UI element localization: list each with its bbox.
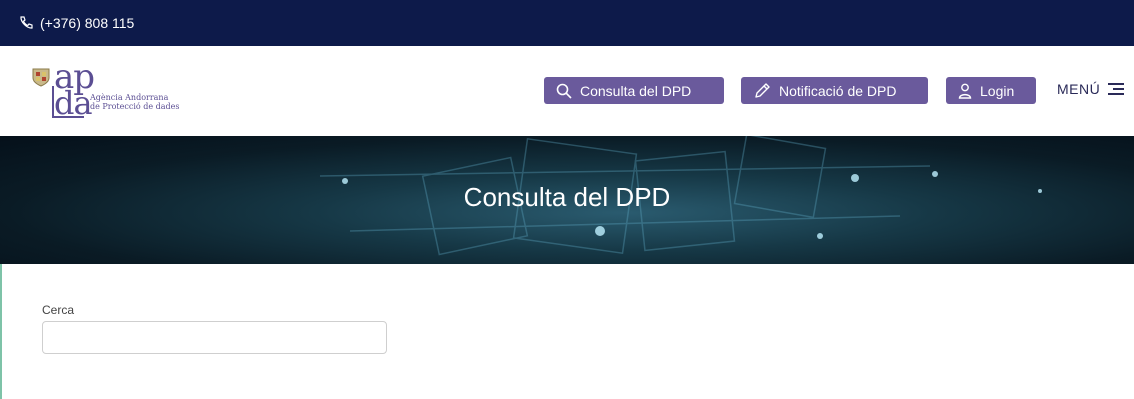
- coat-of-arms-icon: [30, 66, 52, 88]
- notificacio-dpd-button[interactable]: Notificació de DPD: [741, 77, 928, 104]
- search-label: Cerca: [42, 303, 75, 317]
- logo-subtitle-line1: Agència Andorrana: [90, 93, 169, 102]
- logo-da-text: da: [54, 84, 93, 122]
- consulta-dpd-label: Consulta del DPD: [580, 82, 692, 99]
- phone-number-link[interactable]: (+376) 808 115: [40, 15, 134, 31]
- search-input[interactable]: [42, 321, 387, 354]
- consulta-dpd-button[interactable]: Consulta del DPD: [544, 77, 724, 104]
- hamburger-icon: [1108, 83, 1125, 95]
- pencil-icon: [755, 82, 770, 98]
- login-label: Login: [980, 82, 1015, 99]
- phone-icon: [18, 15, 34, 31]
- apda-logo[interactable]: ap da Agència Andorrana de Protecció de …: [30, 60, 210, 122]
- menu-label: MENÚ: [1057, 81, 1101, 97]
- user-icon: [958, 83, 972, 99]
- logo-subtitle-line2: de Protecció de dades: [90, 102, 180, 111]
- menu-toggle[interactable]: MENÚ: [1057, 81, 1125, 97]
- notificacio-dpd-label: Notificació de DPD: [779, 82, 897, 99]
- search-icon: [556, 83, 572, 99]
- page-title: Consulta del DPD: [463, 182, 671, 212]
- hero-banner: Consulta del DPD: [0, 136, 1134, 264]
- logo-subtitle: Agència Andorrana de Protecció de dades: [90, 93, 180, 111]
- top-bar: (+376) 808 115: [0, 0, 1134, 46]
- login-button[interactable]: Login: [946, 77, 1036, 104]
